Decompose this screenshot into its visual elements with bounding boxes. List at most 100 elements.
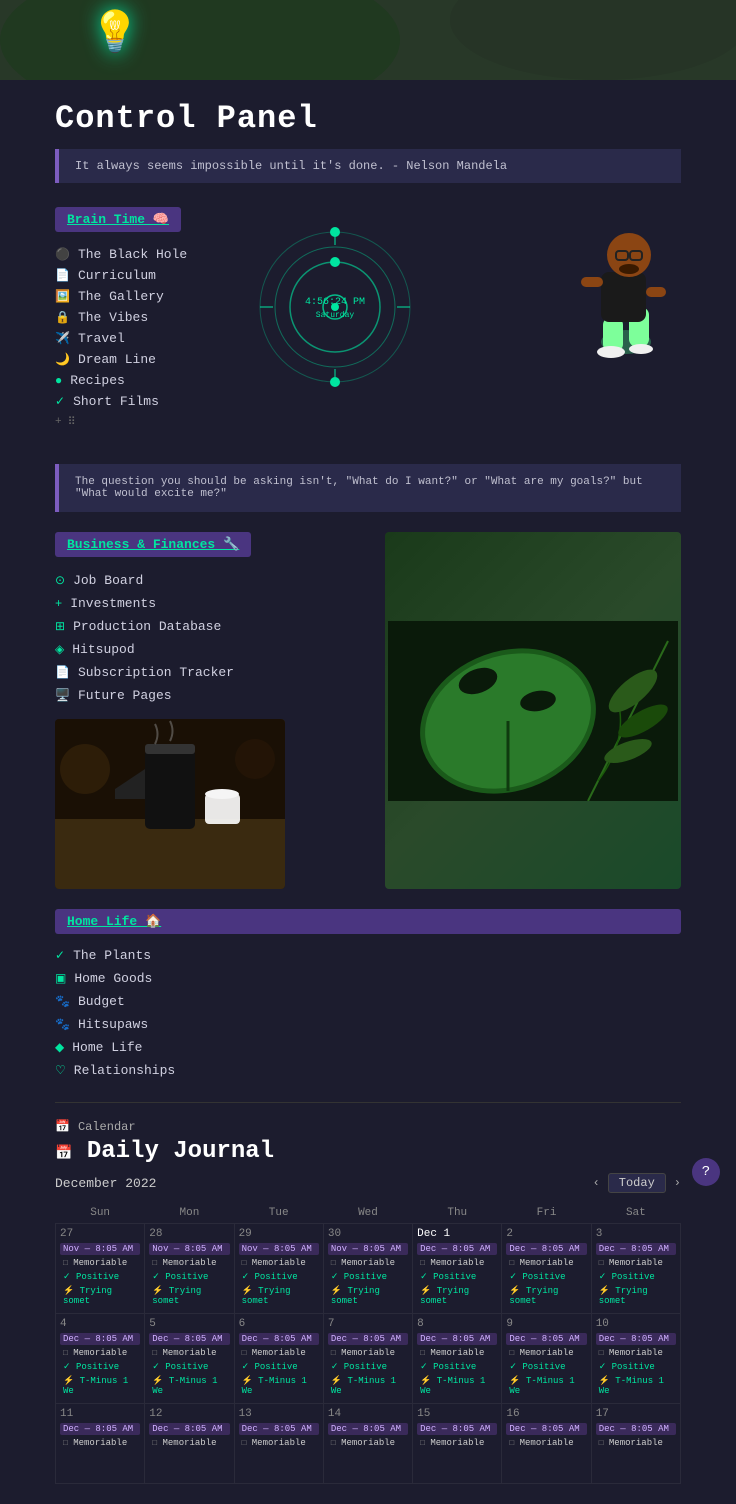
calendar-event: □ Memoriable [417, 1347, 497, 1359]
calendar-event: ⚡ T-Minus 1 We [239, 1375, 319, 1397]
calendar-day[interactable]: 16Dec — 8:05 AM□ Memoriable [502, 1404, 591, 1484]
list-item[interactable]: ⊞Production Database [55, 615, 365, 638]
list-item[interactable]: ◆Home Life [55, 1036, 681, 1059]
calendar-day[interactable]: 30Nov — 8:05 AM□ Memoriable✓ Positive⚡ T… [323, 1224, 412, 1314]
day-header-tue: Tue [234, 1203, 323, 1224]
business-header: Business & Finances 🔧 [55, 532, 251, 557]
page-title: Control Panel [55, 100, 681, 137]
help-button[interactable]: ? [692, 1158, 720, 1186]
calendar-day[interactable]: 9Dec — 8:05 AM□ Memoriable✓ Positive⚡ T-… [502, 1314, 591, 1404]
list-item[interactable]: ◈Hitsupod [55, 638, 365, 661]
calendar-event: Nov — 8:05 AM [149, 1243, 229, 1255]
calendar-event: Dec — 8:05 AM [417, 1243, 497, 1255]
calendar-section: 📅 Calendar 📅 Daily Journal December 2022… [55, 1102, 681, 1484]
day-header-fri: Fri [502, 1203, 591, 1224]
calendar-day[interactable]: 17Dec — 8:05 AM□ Memoriable [591, 1404, 680, 1484]
calendar-event: Dec — 8:05 AM [506, 1423, 586, 1435]
calendar-event: ⚡ Trying somet [417, 1285, 497, 1307]
list-item[interactable]: ⊙Job Board [55, 569, 365, 592]
gallery-icon: 🖼️ [55, 289, 70, 304]
relationships-icon: ♡ [55, 1063, 66, 1078]
calendar-event: Dec — 8:05 AM [417, 1333, 497, 1345]
calendar-day[interactable]: 12Dec — 8:05 AM□ Memoriable [145, 1404, 234, 1484]
calendar-event: □ Memoriable [239, 1257, 319, 1269]
calendar-event: ✓ Positive [506, 1361, 586, 1373]
subscription-icon: 📄 [55, 665, 70, 680]
day-header-wed: Wed [323, 1203, 412, 1224]
calendar-event: Nov — 8:05 AM [239, 1243, 319, 1255]
calendar-event: Dec — 8:05 AM [328, 1333, 408, 1345]
lightbulb-icon: 💡 [90, 8, 140, 58]
calendar-event: Nov — 8:05 AM [60, 1243, 140, 1255]
calendar-day[interactable]: 10Dec — 8:05 AM□ Memoriable✓ Positive⚡ T… [591, 1314, 680, 1404]
home-items-list: ✓The Plants ▣Home Goods 🐾Budget 🐾Hitsupa… [55, 944, 681, 1082]
list-item[interactable]: 🐾Hitsupaws [55, 1013, 681, 1036]
calendar-event: Dec — 8:05 AM [60, 1333, 140, 1345]
list-item[interactable]: ✓Short Films [55, 391, 681, 412]
calendar-day[interactable]: 2Dec — 8:05 AM□ Memoriable✓ Positive⚡ Tr… [502, 1224, 591, 1314]
production-db-icon: ⊞ [55, 619, 65, 634]
circle-icon: ⚫ [55, 247, 70, 262]
chevron-right-icon[interactable]: › [674, 1176, 681, 1190]
calendar-event: ✓ Positive [60, 1271, 140, 1283]
calendar-event: ⚡ T-Minus 1 We [328, 1375, 408, 1397]
doc-icon: 📄 [55, 268, 70, 283]
calendar-event: ✓ Positive [596, 1361, 676, 1373]
calendar-event: ⚡ Trying somet [149, 1285, 229, 1307]
calendar-label: Calendar [78, 1120, 136, 1134]
calendar-day[interactable]: 8Dec — 8:05 AM□ Memoriable✓ Positive⚡ T-… [413, 1314, 502, 1404]
calendar-event: □ Memoriable [596, 1257, 676, 1269]
future-pages-icon: 🖥️ [55, 688, 70, 703]
business-items-list: ⊙Job Board +Investments ⊞Production Data… [55, 569, 365, 707]
calendar-event: ⚡ T-Minus 1 We [60, 1375, 140, 1397]
list-item[interactable]: 📄Subscription Tracker [55, 661, 365, 684]
calendar-day[interactable]: 28Nov — 8:05 AM□ Memoriable✓ Positive⚡ T… [145, 1224, 234, 1314]
calendar-day[interactable]: 14Dec — 8:05 AM□ Memoriable [323, 1404, 412, 1484]
calendar-day[interactable]: 13Dec — 8:05 AM□ Memoriable [234, 1404, 323, 1484]
list-item[interactable]: ▣Home Goods [55, 967, 681, 990]
home-goods-icon: ▣ [55, 971, 66, 986]
calendar-day[interactable]: 5Dec — 8:05 AM□ Memoriable✓ Positive⚡ T-… [145, 1314, 234, 1404]
list-item[interactable]: ✓The Plants [55, 944, 681, 967]
plant-photo [385, 532, 681, 889]
calendar-event: □ Memoriable [506, 1347, 586, 1359]
list-item[interactable]: ♡Relationships [55, 1059, 681, 1082]
chevron-left-icon[interactable]: ‹ [593, 1176, 600, 1190]
list-item[interactable]: 🐾Budget [55, 990, 681, 1013]
svg-text:4:56:24 PM: 4:56:24 PM [305, 297, 365, 308]
today-button[interactable]: Today [608, 1173, 666, 1193]
calendar-event: Dec — 8:05 AM [239, 1333, 319, 1345]
calendar-day[interactable]: 6Dec — 8:05 AM□ Memoriable✓ Positive⚡ T-… [234, 1314, 323, 1404]
calendar-event: ⚡ Trying somet [60, 1285, 140, 1307]
calendar-day[interactable]: 27Nov — 8:05 AM□ Memoriable✓ Positive⚡ T… [56, 1224, 145, 1314]
calendar-day[interactable]: 15Dec — 8:05 AM□ Memoriable [413, 1404, 502, 1484]
list-item[interactable]: 🖥️Future Pages [55, 684, 365, 707]
add-item-button[interactable]: + ⠿ [55, 412, 681, 432]
calendar-day[interactable]: 4Dec — 8:05 AM□ Memoriable✓ Positive⚡ T-… [56, 1314, 145, 1404]
investments-icon: + [55, 597, 62, 611]
calendar-day[interactable]: 7Dec — 8:05 AM□ Memoriable✓ Positive⚡ T-… [323, 1314, 412, 1404]
calendar-day[interactable]: 29Nov — 8:05 AM□ Memoriable✓ Positive⚡ T… [234, 1224, 323, 1314]
calendar-day[interactable]: 3Dec — 8:05 AM□ Memoriable✓ Positive⚡ Tr… [591, 1224, 680, 1314]
calendar-event: ✓ Positive [328, 1361, 408, 1373]
brain-time-header: Brain Time 🧠 [55, 207, 181, 232]
calendar-day[interactable]: Dec 1Dec — 8:05 AM□ Memoriable✓ Positive… [413, 1224, 502, 1314]
calendar-event: ⚡ Trying somet [596, 1285, 676, 1307]
calendar-event: □ Memoriable [60, 1347, 140, 1359]
lock-icon: 🔒 [55, 310, 70, 325]
calendar-event: □ Memoriable [506, 1257, 586, 1269]
calendar-day[interactable]: 11Dec — 8:05 AM□ Memoriable [56, 1404, 145, 1484]
calendar-event: ⚡ Trying somet [239, 1285, 319, 1307]
calendar-icon: 📅 [55, 1119, 70, 1134]
list-item[interactable]: +Investments [55, 592, 365, 615]
dot-icon: ● [55, 374, 62, 388]
calendar-event: Nov — 8:05 AM [328, 1243, 408, 1255]
calendar-event: Dec — 8:05 AM [328, 1423, 408, 1435]
daily-journal-title: 📅 Daily Journal [55, 1138, 681, 1165]
coffee-photo [55, 719, 285, 889]
calendar-event: ✓ Positive [506, 1271, 586, 1283]
moon-icon: 🌙 [55, 352, 70, 367]
day-header-sat: Sat [591, 1203, 680, 1224]
calendar-event: ⚡ Trying somet [506, 1285, 586, 1307]
plane-icon: ✈️ [55, 331, 70, 346]
